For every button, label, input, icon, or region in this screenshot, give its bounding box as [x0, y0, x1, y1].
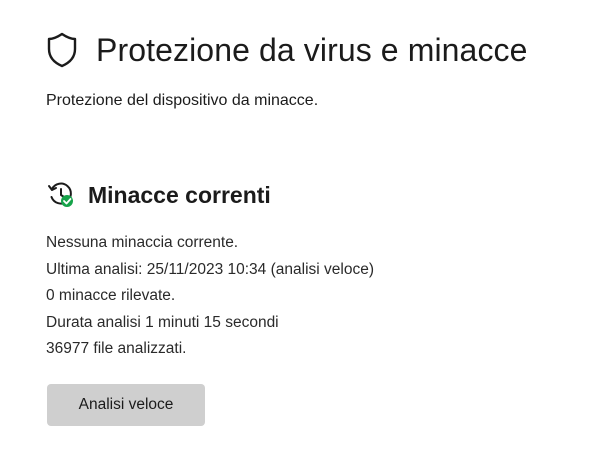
current-threats-header: Minacce correnti [46, 180, 271, 210]
threats-found-text: 0 minacce rilevate. [46, 287, 176, 304]
status-text: Nessuna minaccia corrente. [46, 234, 239, 251]
page-subtitle: Protezione del dispositivo da minacce. [46, 92, 319, 109]
virus-threat-protection-page: Protezione da virus e minacce Protezione… [0, 0, 610, 450]
scan-details: Nessuna minaccia corrente. Ultima analis… [46, 230, 374, 363]
files-scanned-text: 36977 file analizzati. [46, 340, 187, 357]
history-check-icon [46, 180, 76, 210]
scan-duration-text: Durata analisi 1 minuti 15 secondi [46, 313, 279, 331]
section-title: Minacce correnti [88, 181, 271, 208]
page-header: Protezione da virus e minacce [46, 28, 528, 72]
last-scan-text: Ultima analisi: 25/11/2023 10:34 (analis… [46, 260, 374, 278]
quick-scan-button[interactable]: Analisi veloce [47, 384, 205, 426]
page-title: Protezione da virus e minacce [96, 32, 528, 68]
shield-icon [46, 31, 78, 69]
